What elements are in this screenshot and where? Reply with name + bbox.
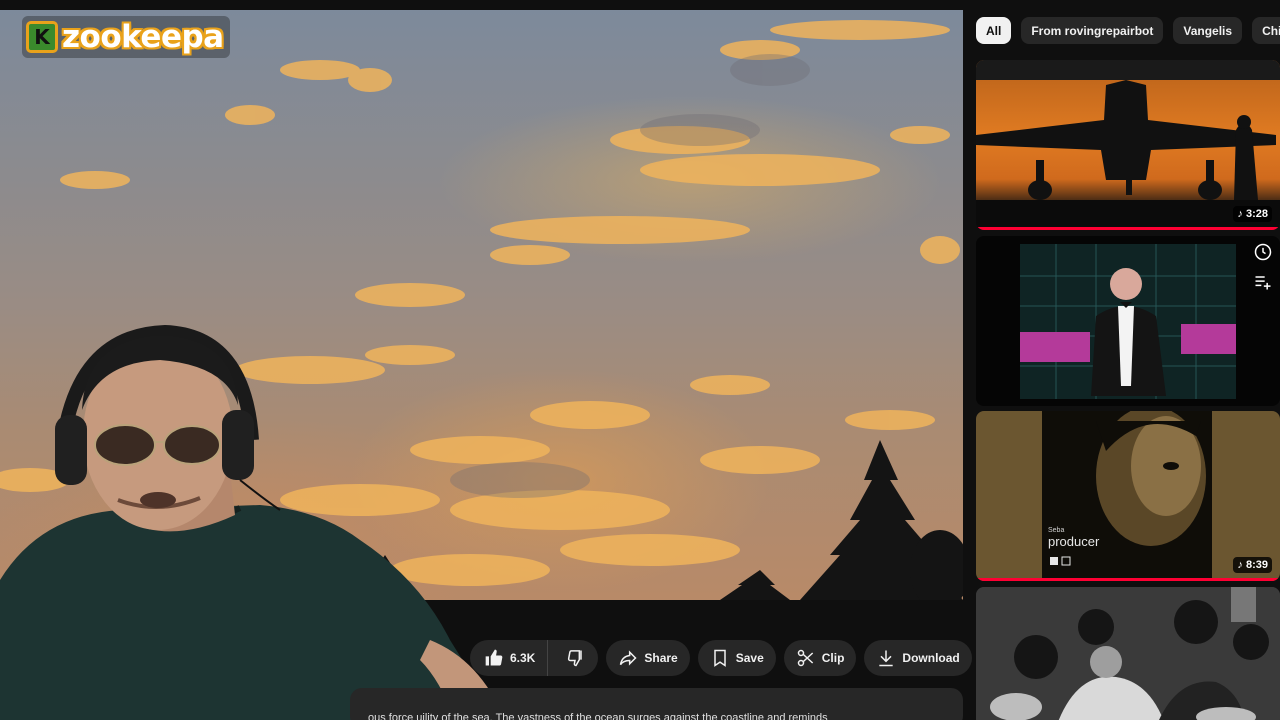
webcam-overlay [0,324,505,720]
share-button[interactable]: Share [606,640,690,676]
save-button[interactable]: Save [697,640,776,676]
download-label: Download [902,651,960,665]
logo-text: zookeepa [62,19,224,55]
jet-silhouette-image [976,60,1280,230]
thumbs-up-icon [485,649,503,666]
share-icon [620,650,637,666]
description-text: ous force uility of the sea. The vastnes… [368,712,828,720]
chip-all[interactable]: All [976,17,1012,44]
download-button[interactable]: Download [864,640,972,676]
save-label: Save [735,651,764,665]
video-actions: 6.3K Share Save Clip Download [470,640,1016,676]
music-note-icon: ♪ [1237,208,1243,220]
description-box[interactable]: ous force uility of the sea. The vastnes… [350,688,963,720]
save-icon [713,649,726,667]
watch-later-icon[interactable] [1253,242,1273,262]
clip-icon [797,649,813,667]
share-label: Share [644,651,678,665]
like-dislike-group: 6.3K [470,640,599,676]
chip-from-channel[interactable]: From rovingrepairbot [1021,17,1164,44]
like-button[interactable]: 6.3K [470,640,549,676]
recommendation-thumbnail[interactable] [976,587,1280,720]
chip-vangelis[interactable]: Vangelis [1173,17,1243,44]
clip-label: Clip [821,651,845,665]
dislike-button[interactable] [554,640,598,676]
album-title-text: producer [1048,534,1100,549]
recommendation-thumbnail[interactable]: Seba producer ♪ 8:39 [976,411,1280,581]
kick-logo-icon: K [26,21,58,53]
duration-badge: ♪ 8:39 [1233,557,1272,573]
add-to-queue-icon[interactable] [1253,272,1273,292]
watched-progress [976,227,1280,230]
thumbs-down-icon [568,650,583,667]
like-count: 6.3K [510,651,536,665]
clip-button[interactable]: Clip [783,640,857,676]
thumbnail-hover-actions [1250,242,1276,292]
chip-chill-out[interactable]: Chill-out [1252,17,1280,44]
duration-text: 8:39 [1245,559,1268,571]
filter-chips: All From rovingrepairbot Vangelis Chill-… [976,17,1280,44]
performer-stage-image [1020,244,1236,399]
music-note-icon: ♪ [1237,559,1243,571]
album-artist-text: Seba [1048,527,1064,534]
streamer-logo: K zookeepa [22,16,230,58]
album-cover-image: Seba producer [1042,411,1212,581]
download-icon [879,650,894,667]
duration-text: 3:28 [1245,208,1268,220]
band-performance-image [976,587,1280,720]
watched-progress [976,578,1280,581]
recommendation-thumbnail[interactable] [976,236,1280,406]
recommendation-thumbnail[interactable]: ♪ 3:28 [976,60,1280,230]
duration-badge: ♪ 3:28 [1233,206,1272,222]
